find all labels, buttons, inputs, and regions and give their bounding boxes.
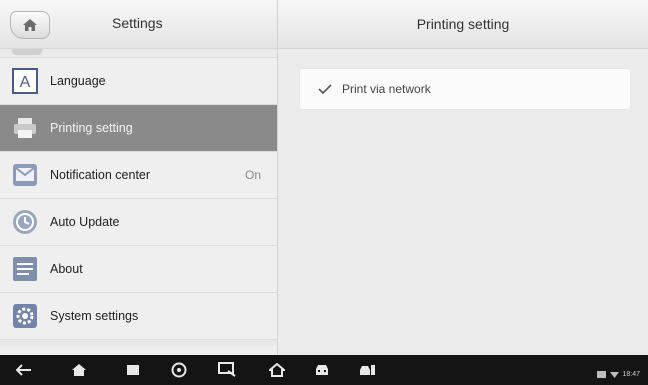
scrolled-item-bottom	[0, 340, 277, 346]
wifi-icon	[610, 365, 620, 383]
maxisys-home-icon[interactable]	[268, 362, 286, 378]
notification-status-value: On	[244, 168, 261, 182]
sidebar-header: Settings	[0, 0, 278, 48]
print-via-network-label: Print via network	[342, 82, 431, 96]
notification-icon	[11, 161, 39, 189]
language-icon: A	[11, 67, 39, 95]
checkmark-icon	[318, 81, 334, 97]
battery-icon	[597, 365, 607, 383]
sidebar-item-label: Language	[50, 74, 106, 88]
sidebar-item-language[interactable]: A Language	[0, 58, 277, 105]
scrolled-item-top	[0, 49, 277, 58]
system-settings-icon	[11, 302, 39, 330]
recent-apps-icon[interactable]	[124, 362, 142, 378]
status-area: 18:47	[597, 365, 640, 383]
settings-title: Settings	[112, 15, 163, 31]
sidebar-item-notification-center[interactable]: Notification center On	[0, 152, 277, 199]
printer-icon	[11, 114, 39, 142]
remote-desk-icon[interactable]	[218, 362, 236, 378]
sidebar-item-label: Printing setting	[50, 121, 133, 135]
browser-icon[interactable]	[170, 362, 188, 378]
sidebar-item-system-settings[interactable]: System settings	[0, 293, 277, 340]
sidebar-item-auto-update[interactable]: Auto Update	[0, 199, 277, 246]
car-icon[interactable]	[313, 362, 331, 378]
print-via-network-option[interactable]: Print via network	[300, 69, 630, 109]
page-title: Printing setting	[416, 16, 510, 32]
home-icon	[23, 19, 37, 31]
sidebar-item-label: Notification center	[50, 168, 151, 182]
about-icon	[11, 255, 39, 283]
vci-icon[interactable]	[358, 362, 376, 378]
system-navigation-bar: 18:47	[0, 355, 648, 385]
sidebar-item-label: About	[50, 262, 83, 276]
sidebar-item-printing-setting[interactable]: Printing setting	[0, 105, 277, 152]
home-button[interactable]	[10, 11, 50, 39]
back-icon[interactable]	[15, 362, 33, 378]
auto-update-icon	[11, 208, 39, 236]
status-time: 18:47	[622, 370, 640, 378]
title-bar: Settings Printing setting	[0, 0, 648, 49]
svg-text:A: A	[20, 74, 31, 91]
sidebar-item-about[interactable]: About	[0, 246, 277, 293]
settings-sidebar: A Language Printing setting Notification…	[0, 49, 278, 355]
printing-setting-panel: Print via network	[278, 49, 648, 355]
sidebar-item-label: Auto Update	[50, 215, 120, 229]
home-icon[interactable]	[70, 362, 88, 378]
sidebar-item-label: System settings	[50, 309, 139, 323]
